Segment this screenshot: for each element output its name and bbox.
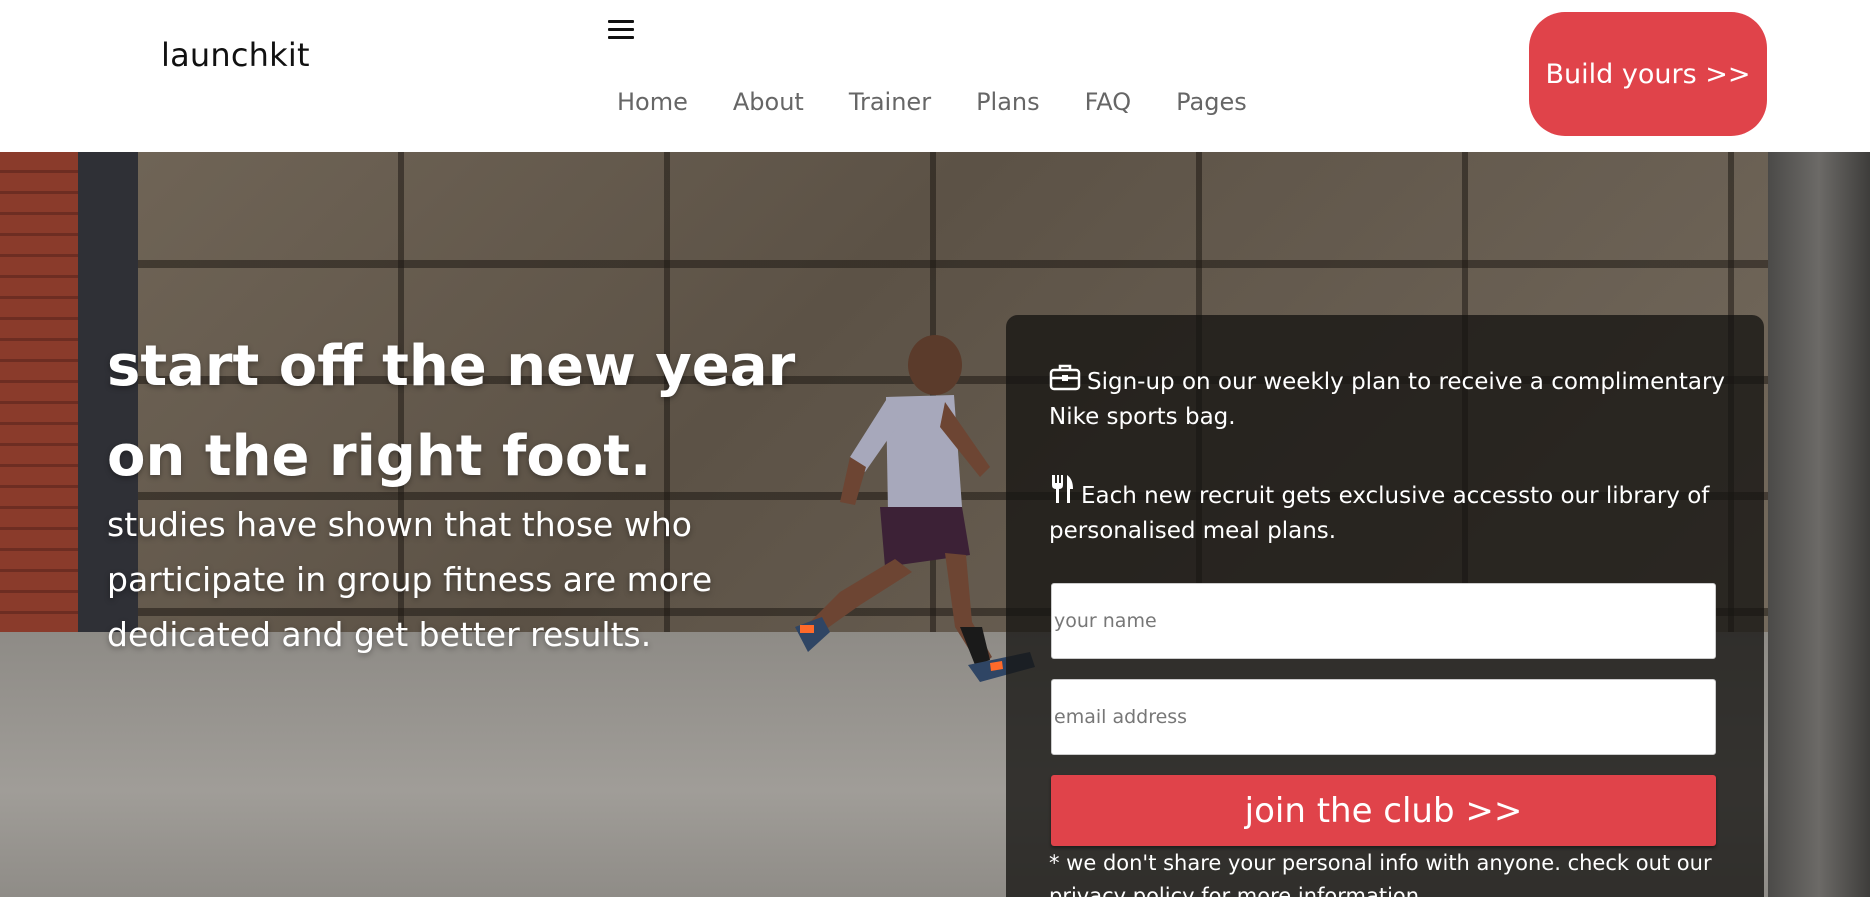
site-header: launchkit Home About Trainer Plans FAQ P…	[0, 0, 1870, 152]
perk-sports-bag: Sign-up on our weekly plan to receive a …	[1049, 363, 1729, 435]
briefcase-icon	[1049, 364, 1081, 391]
nav-about[interactable]: About	[733, 88, 804, 116]
brick-wall-background	[0, 152, 78, 632]
nav-faq[interactable]: FAQ	[1085, 88, 1132, 116]
nav-pages[interactable]: Pages	[1176, 88, 1247, 116]
name-input[interactable]: your name	[1051, 583, 1716, 659]
nav-trainer[interactable]: Trainer	[849, 88, 931, 116]
logo[interactable]: launchkit	[161, 36, 310, 74]
email-input[interactable]: email address	[1051, 679, 1716, 755]
hero-subtitle: studies have shown that those who partic…	[107, 505, 713, 654]
main-nav: Home About Trainer Plans FAQ Pages	[617, 88, 1292, 116]
perk-meal-plans: Each new recruit gets exclusive accessto…	[1049, 473, 1729, 549]
nav-home[interactable]: Home	[617, 88, 688, 116]
utensils-icon	[1052, 475, 1073, 503]
signup-panel: Sign-up on our weekly plan to receive a …	[1006, 315, 1764, 897]
join-the-club-button[interactable]: join the club >>	[1051, 775, 1716, 846]
page-bottom-strip	[0, 897, 1870, 919]
perk-meal-plans-text: Each new recruit gets exclusive accessto…	[1049, 483, 1710, 544]
hero-section: start off the new year on the right foot…	[0, 152, 1870, 897]
privacy-disclaimer: * we don't share your personal info with…	[1049, 851, 1712, 897]
nav-plans[interactable]: Plans	[976, 88, 1040, 116]
perk-sports-bag-text: Sign-up on our weekly plan to receive a …	[1049, 369, 1726, 430]
hamburger-menu-icon[interactable]	[608, 20, 634, 40]
steel-beam-background	[1768, 152, 1870, 897]
hero-title: start off the new year on the right foot…	[107, 334, 796, 489]
build-yours-button[interactable]: Build yours >>	[1529, 12, 1767, 136]
